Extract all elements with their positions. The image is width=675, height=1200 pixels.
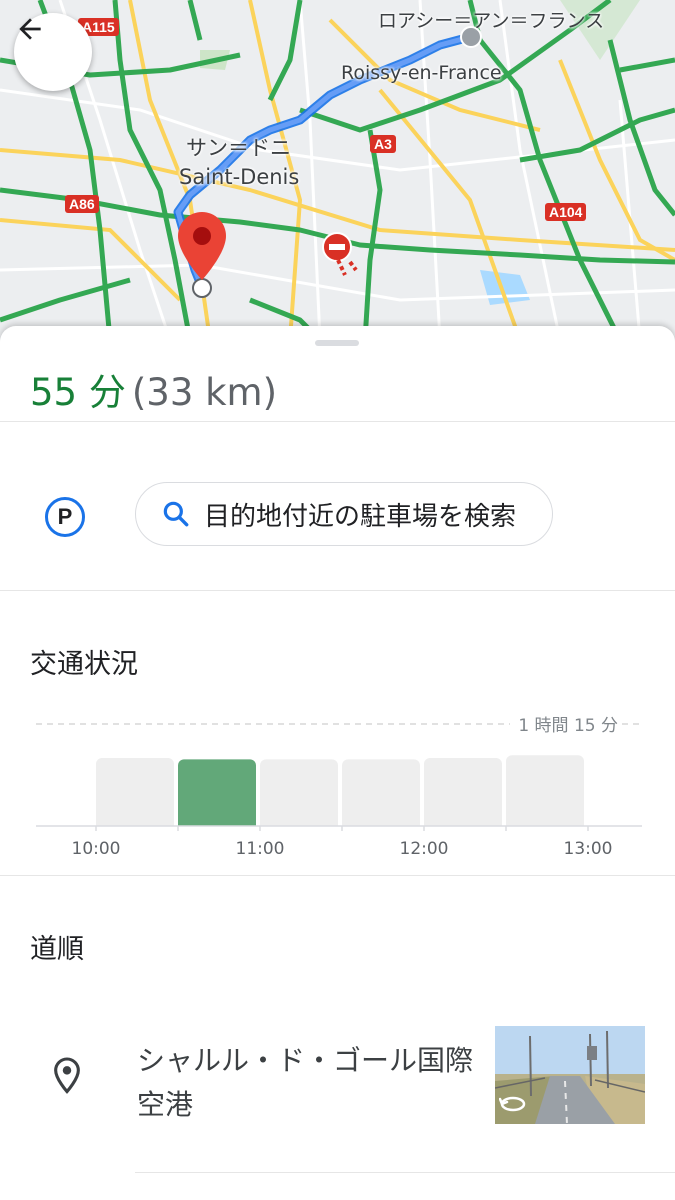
- map-view[interactable]: ロアシー＝アン＝フランス Roissy-en-France サン＝ドニ Sain…: [0, 0, 675, 340]
- search-icon: [163, 501, 189, 527]
- traffic-bar-1030[interactable]: [178, 759, 256, 826]
- x-tick-label: 12:00: [400, 839, 449, 859]
- traffic-bar-1230[interactable]: [506, 755, 584, 826]
- traffic-chart: 1 時間 15 分 10:00 11:00 12:00 13:00: [0, 706, 675, 866]
- traffic-bar-1100[interactable]: [260, 759, 338, 826]
- duration: 55 分: [30, 371, 126, 414]
- find-parking-button[interactable]: 目的地付近の駐車場を検索: [135, 482, 553, 546]
- route-summary: 55 分 (33 km): [30, 362, 277, 416]
- street-view-rotate-icon: [499, 1096, 526, 1112]
- traffic-bar-base: [178, 818, 256, 826]
- traffic-chart-svg: 1 時間 15 分 10:00 11:00 12:00 13:00: [36, 716, 642, 859]
- map-label-roissy: Roissy-en-France: [341, 62, 502, 84]
- divider: [0, 590, 675, 591]
- map-label-saint-denis: Saint-Denis: [179, 165, 300, 189]
- traffic-bar-1200[interactable]: [424, 758, 502, 826]
- traffic-bar-base: [424, 818, 502, 826]
- drag-handle[interactable]: [315, 340, 359, 346]
- divider: [0, 875, 675, 876]
- x-tick-label: 10:00: [72, 839, 121, 859]
- no-entry-icon: [322, 232, 352, 262]
- traffic-title: 交通状況: [30, 649, 138, 680]
- road-shield-a86: A86: [65, 195, 99, 213]
- reference-label: 1 時間 15 分: [518, 716, 618, 736]
- location-pin-icon: [54, 1057, 80, 1094]
- road-shield-a3: A3: [370, 135, 396, 153]
- road-shield-a104: A104: [545, 203, 587, 221]
- destination-dot: [192, 278, 212, 298]
- x-tick-label: 13:00: [564, 839, 613, 859]
- x-tick-label: 11:00: [236, 839, 285, 859]
- traffic-bar-1000[interactable]: [96, 758, 174, 826]
- map-roads: [0, 0, 675, 340]
- map-label-saint-denis-ja: サン＝ドニ: [186, 136, 291, 160]
- street-view-thumbnail[interactable]: [495, 1026, 645, 1124]
- directions-title: 道順: [30, 934, 84, 965]
- traffic-bar-base: [342, 818, 420, 826]
- divider: [0, 421, 675, 422]
- traffic-bar-base: [260, 818, 338, 826]
- destination-step[interactable]: シャルル・ド・ゴール国際空港: [137, 1039, 477, 1127]
- parking-p-icon: P: [45, 497, 85, 537]
- back-button[interactable]: [14, 13, 92, 91]
- divider: [135, 1172, 675, 1173]
- traffic-bar-1130[interactable]: [342, 759, 420, 826]
- map-label-roissy-ja: ロアシー＝アン＝フランス: [378, 10, 605, 32]
- distance: (33 km): [131, 371, 278, 414]
- traffic-bar-base: [96, 818, 174, 826]
- arrow-back-icon: [19, 18, 41, 40]
- find-parking-label: 目的地付近の駐車場を検索: [204, 501, 517, 532]
- route-details-sheet[interactable]: 55 分 (33 km) P 目的地付近の駐車場を検索 交通状況 1 時間 15 …: [0, 326, 675, 1200]
- traffic-bar-base: [506, 818, 584, 826]
